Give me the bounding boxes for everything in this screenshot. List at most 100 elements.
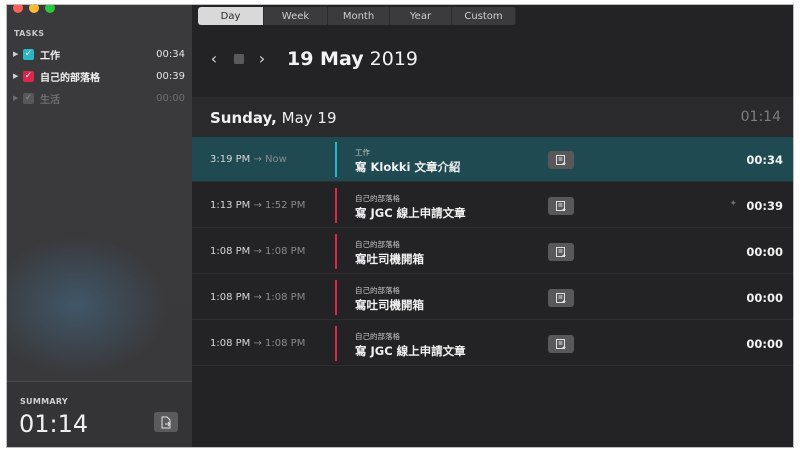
day-name: Sunday, May 19 — [210, 109, 337, 127]
add-note-button[interactable] — [548, 289, 574, 307]
disclosure-triangle-icon[interactable]: ▶ — [13, 50, 23, 58]
add-note-button[interactable] — [548, 151, 574, 169]
time-entry[interactable]: 1:13 PM → 1:52 PM 自己的部落格 寫 JGC 線上申請文章 ✦ … — [192, 183, 793, 228]
entry-arrow: → — [253, 200, 266, 211]
sidebar: TASKS ▶ ✓ 工作 00:34 ▶ ✓ 自己的部落格 00:39 ▶ ✓ … — [7, 5, 192, 447]
entry-title: 寫 JGC 線上申請文章 — [355, 344, 466, 358]
view-segmented-control: Day Week Month Year Custom — [198, 7, 516, 25]
time-entry[interactable]: 3:19 PM → Now 工作 寫 Klokki 文章介紹 00:34 — [192, 137, 793, 182]
project-color-bar — [335, 188, 337, 223]
date-navigation: ‹ › — [206, 49, 270, 68]
zoom-window-button[interactable] — [45, 5, 55, 13]
entry-duration: 00:34 — [746, 153, 783, 167]
note-add-icon — [556, 201, 566, 211]
time-entry[interactable]: 1:08 PM → 1:08 PM 自己的部落格 寫吐司機開箱 00:00 — [192, 229, 793, 274]
tab-month[interactable]: Month — [328, 7, 390, 25]
sidebar-task-blog[interactable]: ▶ ✓ 自己的部落格 00:39 — [13, 67, 185, 85]
entry-end: 1:08 PM — [265, 246, 306, 257]
export-icon — [161, 416, 171, 428]
weekday: Sunday, — [210, 109, 277, 127]
time-entry[interactable]: 1:08 PM → 1:08 PM 自己的部落格 寫 JGC 線上申請文章 00… — [192, 321, 793, 366]
summary-label: SUMMARY — [20, 397, 68, 406]
entry-time-range: 1:08 PM → 1:08 PM — [210, 246, 305, 257]
note-add-icon — [556, 247, 566, 257]
entry-time-range: 3:19 PM → Now — [210, 154, 287, 165]
entry-start: 3:19 PM — [210, 154, 251, 165]
day-total: 01:14 — [740, 109, 781, 125]
task-checkbox[interactable]: ✓ — [23, 48, 34, 60]
entry-project: 自己的部落格 — [355, 332, 400, 341]
entry-title: 寫 JGC 線上申請文章 — [355, 206, 466, 220]
entry-duration: 00:00 — [746, 291, 783, 305]
note-add-icon — [556, 155, 566, 165]
entry-arrow: → — [253, 246, 266, 257]
time-entry[interactable]: 1:08 PM → 1:08 PM 自己的部落格 寫吐司機開箱 00:00 — [192, 275, 793, 320]
entry-title: 寫 Klokki 文章介紹 — [355, 160, 461, 174]
tab-week[interactable]: Week — [264, 7, 328, 25]
entry-arrow: → — [253, 292, 266, 303]
task-checkbox[interactable]: ✓ — [23, 92, 34, 104]
entry-end: 1:08 PM — [265, 292, 306, 303]
task-time: 00:00 — [156, 92, 185, 104]
project-color-bar — [335, 280, 337, 315]
date-day-month: 19 May — [287, 48, 364, 70]
entry-title: 寫吐司機開箱 — [355, 298, 424, 312]
entry-end: 1:08 PM — [265, 338, 306, 349]
task-name: 生活 — [40, 94, 60, 106]
chevron-left-icon[interactable]: ‹ — [206, 49, 222, 68]
add-note-button[interactable] — [548, 335, 574, 353]
disclosure-triangle-icon[interactable]: ▶ — [13, 94, 23, 102]
entry-end: 1:52 PM — [265, 200, 306, 211]
tab-day[interactable]: Day — [198, 7, 264, 25]
task-name: 自己的部落格 — [40, 72, 100, 84]
entry-project: 自己的部落格 — [355, 286, 400, 295]
date-title: 19 May 2019 — [287, 48, 418, 70]
minimize-window-button[interactable] — [29, 5, 39, 13]
today-button[interactable] — [234, 53, 244, 64]
entry-project: 自己的部落格 — [355, 240, 400, 249]
entry-time-range: 1:13 PM → 1:52 PM — [210, 200, 305, 211]
add-note-button[interactable] — [548, 243, 574, 261]
app-window: TASKS ▶ ✓ 工作 00:34 ▶ ✓ 自己的部落格 00:39 ▶ ✓ … — [6, 4, 794, 448]
entry-project: 自己的部落格 — [355, 194, 400, 203]
sparkle-icon: ✦ — [729, 199, 737, 209]
close-window-button[interactable] — [13, 5, 23, 13]
entry-start: 1:08 PM — [210, 246, 251, 257]
entry-start: 1:08 PM — [210, 292, 251, 303]
entry-start: 1:08 PM — [210, 338, 251, 349]
tab-custom[interactable]: Custom — [452, 7, 516, 25]
entry-arrow: → — [253, 154, 266, 165]
sidebar-task-work[interactable]: ▶ ✓ 工作 00:34 — [13, 45, 185, 63]
note-add-icon — [556, 339, 566, 349]
window-controls — [13, 5, 55, 13]
entry-start: 1:13 PM — [210, 200, 251, 211]
summary-panel: SUMMARY 01:14 — [7, 381, 192, 447]
chevron-right-icon[interactable]: › — [254, 49, 270, 68]
task-time: 00:34 — [156, 48, 185, 60]
entry-time-range: 1:08 PM → 1:08 PM — [210, 338, 305, 349]
summary-time: 01:14 — [19, 410, 89, 438]
export-button[interactable] — [154, 412, 178, 432]
disclosure-triangle-icon[interactable]: ▶ — [13, 72, 23, 80]
task-name: 工作 — [40, 50, 60, 62]
tasks-heading: TASKS — [14, 29, 45, 38]
sidebar-task-life[interactable]: ▶ ✓ 生活 00:00 — [13, 89, 185, 107]
project-color-bar — [335, 234, 337, 269]
date-year: 2019 — [369, 48, 418, 70]
project-color-bar — [335, 326, 337, 361]
task-checkbox[interactable]: ✓ — [23, 70, 34, 82]
entry-time-range: 1:08 PM → 1:08 PM — [210, 292, 305, 303]
main-panel: Day Week Month Year Custom ‹ › 19 May 20… — [192, 5, 793, 447]
entry-project: 工作 — [355, 148, 370, 157]
day-header: Sunday, May 19 01:14 — [192, 97, 793, 137]
note-add-icon — [556, 293, 566, 303]
day-date: May 19 — [281, 109, 337, 127]
entry-end: Now — [265, 154, 287, 165]
add-note-button[interactable] — [548, 197, 574, 215]
entry-title: 寫吐司機開箱 — [355, 252, 424, 266]
project-color-bar — [335, 142, 337, 177]
entry-duration: 00:00 — [746, 337, 783, 351]
entry-arrow: → — [253, 338, 266, 349]
task-time: 00:39 — [156, 70, 185, 82]
tab-year[interactable]: Year — [390, 7, 452, 25]
